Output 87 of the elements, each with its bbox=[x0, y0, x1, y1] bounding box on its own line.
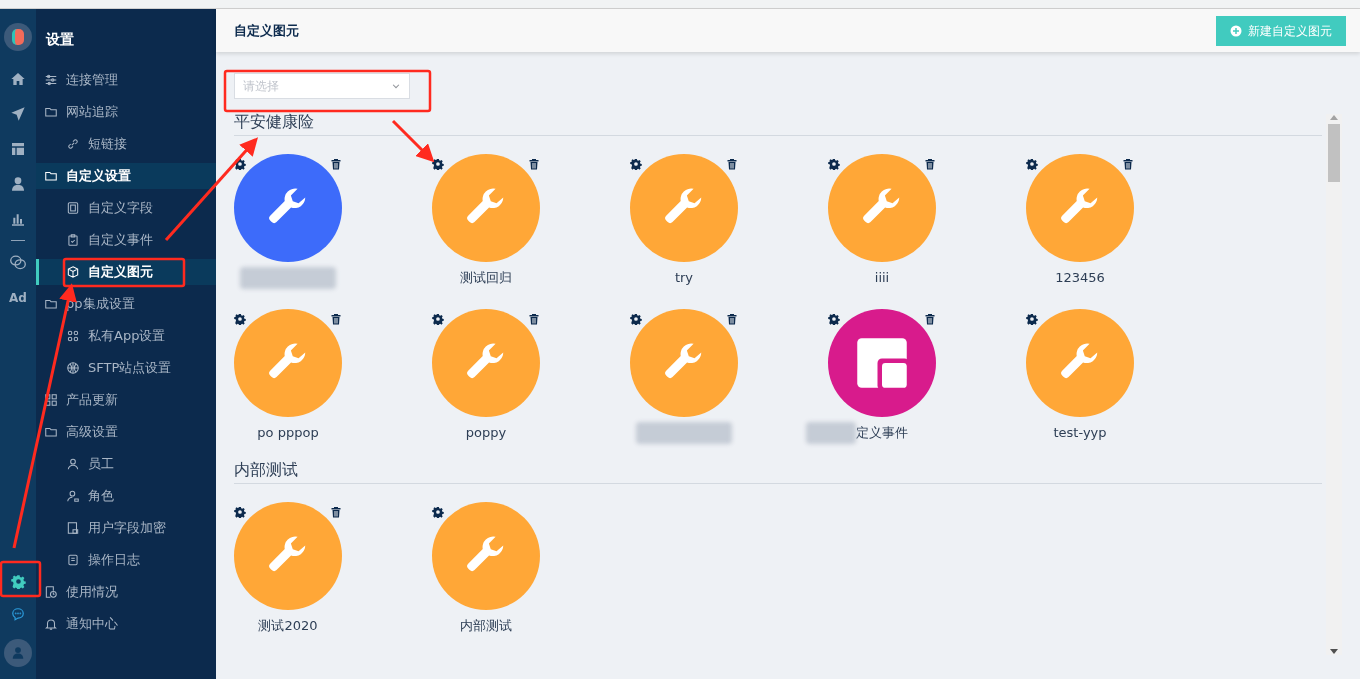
folder-icon bbox=[44, 169, 58, 183]
scrollbar-thumb[interactable] bbox=[1328, 124, 1340, 182]
gear-icon[interactable] bbox=[234, 506, 246, 518]
layout-icon bbox=[855, 336, 909, 390]
gear-icon[interactable] bbox=[432, 506, 444, 518]
page-title: 自定义图元 bbox=[234, 21, 299, 40]
layout-icon[interactable] bbox=[10, 141, 26, 157]
scroll-down-icon[interactable] bbox=[1330, 649, 1338, 655]
user-icon[interactable] bbox=[10, 176, 26, 192]
annotation-frame bbox=[0, 560, 42, 598]
nav-item[interactable]: 私有App设置 bbox=[88, 326, 166, 346]
folder-icon bbox=[44, 425, 58, 439]
element-name: 内部测试 bbox=[460, 617, 512, 636]
nav-item[interactable]: 使用情况 bbox=[66, 582, 118, 602]
element-name: poppy bbox=[465, 424, 507, 443]
gear-icon[interactable] bbox=[630, 313, 642, 325]
element-name: 123456 bbox=[1055, 269, 1105, 288]
group-title: 内部测试 bbox=[234, 459, 1322, 484]
element-name: 测试回归 bbox=[460, 269, 512, 288]
trash-icon[interactable] bbox=[924, 313, 936, 325]
globe-icon bbox=[66, 361, 80, 375]
chat-icon[interactable] bbox=[11, 607, 25, 621]
trash-icon[interactable] bbox=[330, 313, 342, 325]
send-icon[interactable] bbox=[10, 106, 26, 122]
user-lock-icon bbox=[66, 489, 80, 503]
document-lock-icon bbox=[66, 521, 80, 535]
settings-icon[interactable] bbox=[10, 574, 26, 589]
link-icon bbox=[66, 137, 80, 151]
blocks-icon bbox=[44, 393, 58, 407]
nav-item[interactable]: 高级设置 bbox=[66, 422, 118, 442]
gear-icon[interactable] bbox=[432, 158, 444, 170]
gear-icon[interactable] bbox=[432, 313, 444, 325]
logo[interactable] bbox=[4, 23, 32, 51]
nav-item[interactable]: 产品更新 bbox=[66, 390, 118, 410]
element-name: 定义事件 bbox=[856, 424, 908, 443]
element-name: iiii bbox=[874, 269, 890, 288]
trash-icon[interactable] bbox=[924, 158, 936, 170]
chevron-down-icon bbox=[391, 81, 401, 91]
log-icon bbox=[66, 553, 80, 567]
cube-icon bbox=[66, 265, 80, 279]
nav-item[interactable]: 通知中心 bbox=[66, 614, 118, 634]
nav-item[interactable]: 网站追踪 bbox=[66, 102, 118, 122]
element-name: 测试2020 bbox=[258, 617, 318, 636]
element-name: test-yyp bbox=[1053, 424, 1107, 443]
folder-icon bbox=[44, 105, 58, 119]
home-icon[interactable] bbox=[10, 71, 26, 87]
sidebar-title: 设置 bbox=[44, 30, 75, 49]
trash-icon[interactable] bbox=[528, 313, 540, 325]
clock-document-icon bbox=[44, 585, 58, 599]
folder-icon bbox=[44, 297, 58, 311]
nav-item[interactable]: 短链接 bbox=[88, 134, 127, 154]
user-icon bbox=[11, 646, 25, 660]
grid-icon bbox=[66, 329, 80, 343]
nav-item[interactable]: 用户字段加密 bbox=[88, 518, 166, 538]
gear-icon[interactable] bbox=[234, 158, 246, 170]
gear-icon[interactable] bbox=[234, 313, 246, 325]
bar-chart-icon[interactable] bbox=[10, 211, 26, 227]
trash-icon[interactable] bbox=[528, 158, 540, 170]
sliders-icon bbox=[44, 73, 58, 87]
nav-item[interactable]: 自定义字段 bbox=[88, 198, 153, 218]
trash-icon[interactable] bbox=[1122, 158, 1134, 170]
gear-icon[interactable] bbox=[828, 313, 840, 325]
trash-icon[interactable] bbox=[330, 158, 342, 170]
field-icon bbox=[66, 201, 80, 215]
trash-icon[interactable] bbox=[726, 158, 738, 170]
element-name: try bbox=[674, 269, 694, 288]
chat-bubbles-icon[interactable] bbox=[9, 254, 27, 270]
gear-icon[interactable] bbox=[828, 158, 840, 170]
nav-item[interactable]: 角色 bbox=[88, 486, 114, 506]
user-icon bbox=[66, 457, 80, 471]
element-name: po pppop bbox=[257, 424, 319, 443]
nav-item[interactable]: 员工 bbox=[88, 454, 114, 474]
nav-item[interactable]: 操作日志 bbox=[88, 550, 140, 570]
gear-icon[interactable] bbox=[630, 158, 642, 170]
clipboard-icon bbox=[66, 233, 80, 247]
nav-item[interactable]: 自定义事件 bbox=[88, 230, 153, 250]
trash-icon[interactable] bbox=[726, 313, 738, 325]
group-title: 平安健康险 bbox=[234, 111, 1322, 136]
gear-icon[interactable] bbox=[1026, 158, 1038, 170]
ad-nav[interactable]: Ad bbox=[9, 289, 27, 307]
bell-icon bbox=[44, 617, 58, 631]
nav-item[interactable]: 连接管理 bbox=[66, 70, 118, 90]
gear-icon[interactable] bbox=[1026, 313, 1038, 325]
nav-item[interactable]: SFTP站点设置 bbox=[88, 358, 172, 378]
trash-icon[interactable] bbox=[330, 506, 342, 518]
annotation-arrow bbox=[391, 119, 435, 163]
plus-circle-icon bbox=[1230, 24, 1242, 37]
